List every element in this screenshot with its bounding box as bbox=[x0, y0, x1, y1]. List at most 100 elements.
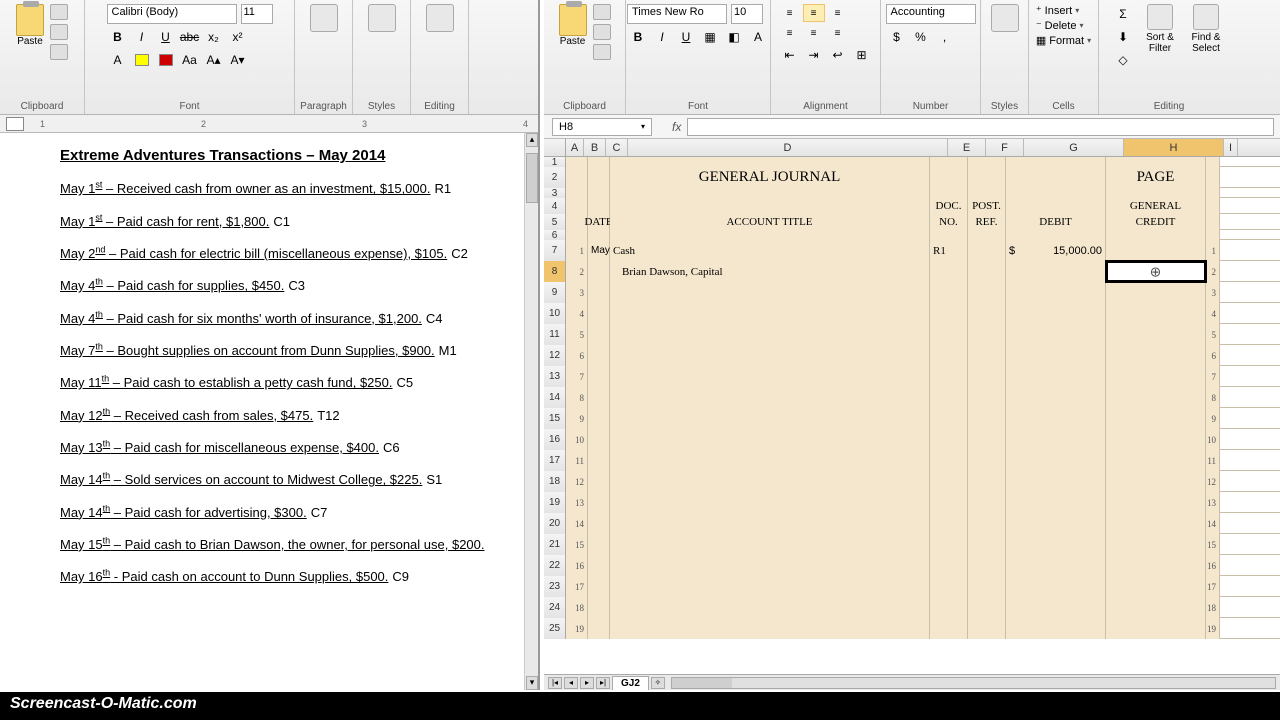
grid-cell[interactable] bbox=[1106, 576, 1206, 597]
grid-cell[interactable]: 19 bbox=[1206, 618, 1220, 639]
grid-cell[interactable] bbox=[1106, 618, 1206, 639]
grid-cell[interactable] bbox=[610, 576, 930, 597]
tab-last-button[interactable]: ▸| bbox=[596, 677, 610, 689]
grid-cell[interactable] bbox=[1006, 555, 1106, 576]
grid-cell[interactable] bbox=[588, 618, 610, 639]
debit-amount[interactable]: $15,000.00 bbox=[1006, 240, 1106, 261]
copy-button[interactable] bbox=[50, 24, 68, 40]
general-header[interactable]: GENERAL bbox=[1106, 198, 1206, 214]
grid-cell[interactable] bbox=[930, 157, 968, 167]
grid-cell[interactable] bbox=[1206, 167, 1220, 188]
excel-copy-button[interactable] bbox=[593, 24, 611, 40]
grid-cell[interactable] bbox=[588, 157, 610, 167]
row-header[interactable]: 23 bbox=[544, 576, 566, 597]
grid-cell[interactable]: 2 bbox=[1206, 261, 1220, 282]
merge-button[interactable]: ⊞ bbox=[851, 45, 873, 65]
grid-cell[interactable] bbox=[968, 188, 1006, 198]
grid-cell[interactable]: 19 bbox=[566, 618, 588, 639]
grid-cell[interactable] bbox=[1106, 513, 1206, 534]
grid-cell[interactable] bbox=[610, 387, 930, 408]
grid-cell[interactable] bbox=[968, 282, 1006, 303]
align-center-button[interactable]: ≡ bbox=[803, 24, 825, 42]
scroll-up-arrow[interactable]: ▴ bbox=[526, 133, 538, 147]
grid-cell[interactable]: 15 bbox=[566, 534, 588, 555]
wrap-text-button[interactable]: ↩ bbox=[827, 45, 849, 65]
grid-cell[interactable] bbox=[930, 408, 968, 429]
grid-cell[interactable]: 11 bbox=[1206, 450, 1220, 471]
grid-cell[interactable] bbox=[1006, 282, 1106, 303]
grid-cell[interactable]: 4 bbox=[566, 303, 588, 324]
grid-cell[interactable] bbox=[588, 450, 610, 471]
grid-cell[interactable] bbox=[610, 618, 930, 639]
excel-format-painter-button[interactable] bbox=[593, 44, 611, 60]
grid-cell[interactable] bbox=[1006, 513, 1106, 534]
grid-cell[interactable] bbox=[588, 429, 610, 450]
paragraph-icon[interactable] bbox=[310, 4, 338, 32]
grid-cell[interactable] bbox=[968, 429, 1006, 450]
clear-button[interactable]: ◇ bbox=[1112, 50, 1134, 70]
percent-button[interactable]: % bbox=[910, 27, 932, 47]
grid-cell[interactable] bbox=[1106, 429, 1206, 450]
grid-cell[interactable]: 17 bbox=[1206, 576, 1220, 597]
fx-icon[interactable]: fx bbox=[672, 120, 681, 134]
grid-cell[interactable] bbox=[1106, 450, 1206, 471]
grid-cell[interactable] bbox=[1206, 230, 1220, 240]
grid-cell[interactable]: 11 bbox=[566, 450, 588, 471]
grid-cell[interactable] bbox=[610, 534, 930, 555]
subscript-button[interactable]: x₂ bbox=[203, 27, 225, 47]
grid-cell[interactable]: 16 bbox=[566, 555, 588, 576]
grid-cell[interactable] bbox=[1106, 188, 1206, 198]
grid-cell[interactable] bbox=[1006, 345, 1106, 366]
grid-cell[interactable] bbox=[930, 324, 968, 345]
scroll-down-arrow[interactable]: ▾ bbox=[526, 676, 538, 690]
find-select-button[interactable]: Find & Select bbox=[1186, 4, 1226, 54]
number-format-select[interactable]: Accounting bbox=[886, 4, 976, 24]
shrink-font-button[interactable]: A▾ bbox=[227, 50, 249, 70]
excel-paste-button[interactable]: Paste bbox=[559, 4, 587, 47]
grid-cell[interactable] bbox=[968, 597, 1006, 618]
account-capital[interactable]: Brian Dawson, Capital bbox=[610, 261, 930, 282]
grid-cell[interactable]: 7 bbox=[1206, 366, 1220, 387]
grid-cell[interactable]: 1 bbox=[566, 240, 588, 261]
bold-button[interactable]: B bbox=[107, 27, 129, 47]
paste-button[interactable]: Paste bbox=[16, 4, 44, 47]
excel-bold-button[interactable]: B bbox=[627, 27, 649, 47]
grid-cell[interactable]: 6 bbox=[1206, 345, 1220, 366]
grid-cell[interactable]: 18 bbox=[566, 597, 588, 618]
debit-header[interactable]: DEBIT bbox=[1006, 214, 1106, 230]
grid-cell[interactable] bbox=[1106, 303, 1206, 324]
grid-cell[interactable] bbox=[1006, 198, 1106, 214]
grid-cell[interactable] bbox=[588, 198, 610, 214]
grid-cell[interactable]: 6 bbox=[566, 345, 588, 366]
selected-cell-h8[interactable]: ⊕ bbox=[1106, 261, 1206, 282]
tab-next-button[interactable]: ▸ bbox=[580, 677, 594, 689]
grid-cell[interactable] bbox=[610, 198, 930, 214]
grid-cell[interactable] bbox=[930, 167, 968, 188]
grid-cell[interactable] bbox=[930, 534, 968, 555]
grid-cell[interactable] bbox=[1006, 324, 1106, 345]
grid-cell[interactable] bbox=[930, 555, 968, 576]
col-header-G[interactable]: G bbox=[1024, 139, 1124, 156]
post-ref-header[interactable]: REF. bbox=[968, 214, 1006, 230]
editing-icon[interactable] bbox=[426, 4, 454, 32]
journal-title[interactable]: GENERAL JOURNAL bbox=[610, 167, 930, 188]
row-header[interactable]: 14 bbox=[544, 387, 566, 408]
excel-font-select[interactable]: Times New Ro bbox=[627, 4, 727, 24]
grid-cell[interactable]: 15 bbox=[1206, 534, 1220, 555]
row-header[interactable]: 11 bbox=[544, 324, 566, 345]
grid-cell[interactable] bbox=[588, 387, 610, 408]
row-header[interactable]: 16 bbox=[544, 429, 566, 450]
grid-cell[interactable]: 9 bbox=[1206, 408, 1220, 429]
grid-cell[interactable]: 5 bbox=[1206, 324, 1220, 345]
grid-cell[interactable] bbox=[1106, 387, 1206, 408]
row-header[interactable]: 25 bbox=[544, 618, 566, 639]
grid-cell[interactable] bbox=[1106, 408, 1206, 429]
credit-header[interactable]: CREDIT bbox=[1106, 214, 1206, 230]
grid-cell[interactable]: 17 bbox=[566, 576, 588, 597]
grid-cell[interactable] bbox=[610, 597, 930, 618]
grid-cell[interactable] bbox=[930, 230, 968, 240]
row-header[interactable]: 13 bbox=[544, 366, 566, 387]
grid-cell[interactable] bbox=[968, 240, 1006, 261]
excel-font-size-select[interactable]: 10 bbox=[731, 4, 763, 24]
grid-cell[interactable] bbox=[1106, 345, 1206, 366]
